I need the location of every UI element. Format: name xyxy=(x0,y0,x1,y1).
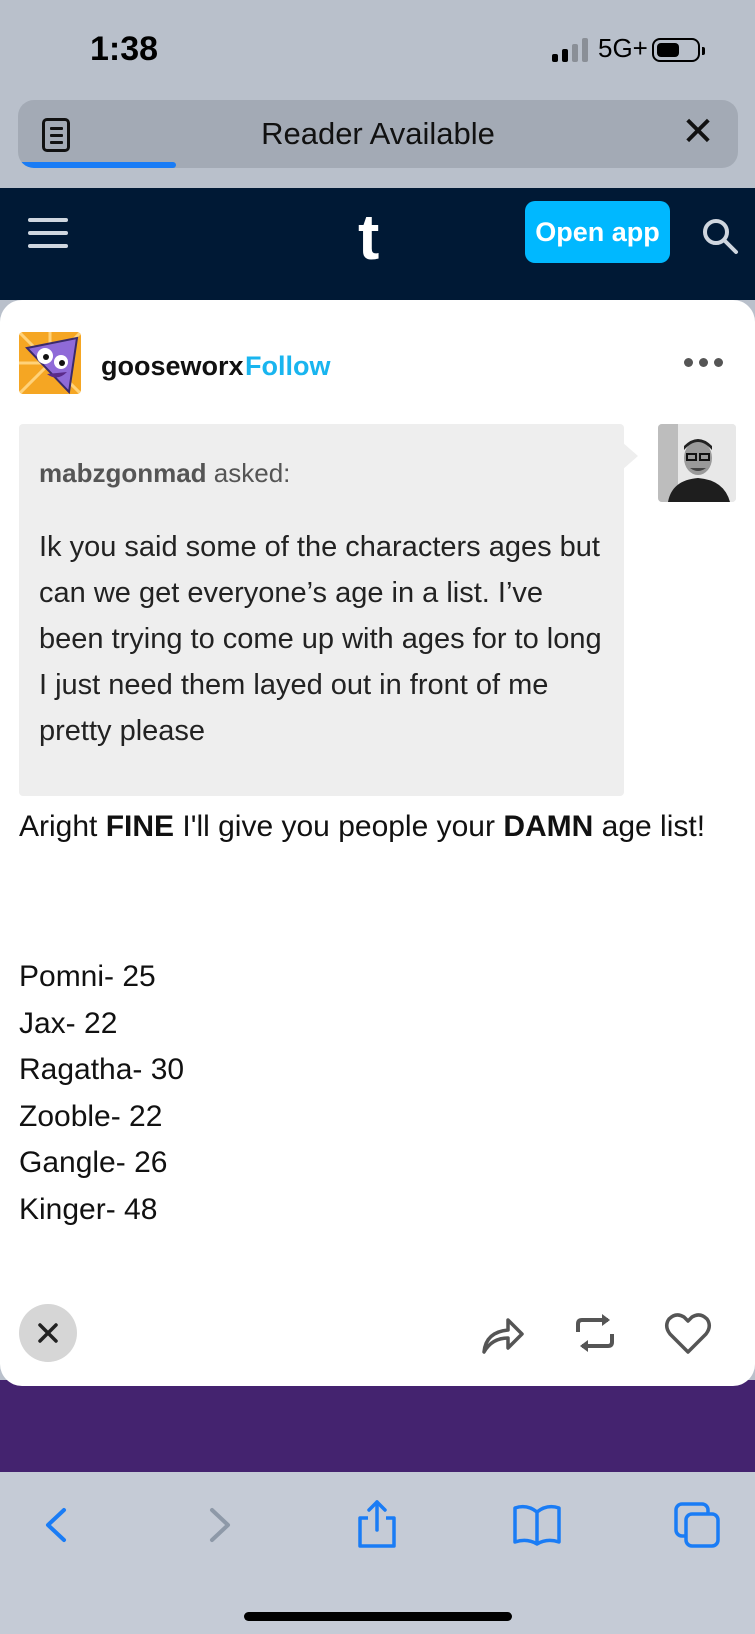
share-icon[interactable] xyxy=(480,1312,526,1356)
forward-icon[interactable] xyxy=(192,1498,246,1552)
ask-pointer xyxy=(622,442,638,470)
close-icon xyxy=(38,1323,58,1343)
reader-available-label: Reader Available xyxy=(261,116,495,151)
post-answer: Aright FINE I'll give you people your DA… xyxy=(19,804,719,850)
list-item: Jax- 22 xyxy=(19,1006,118,1040)
tabs-icon[interactable] xyxy=(670,1498,724,1552)
more-icon[interactable] xyxy=(684,358,724,370)
back-icon[interactable] xyxy=(30,1498,84,1552)
status-time: 1:38 xyxy=(90,30,159,68)
heart-icon[interactable] xyxy=(664,1310,712,1356)
follow-button[interactable]: Follow xyxy=(245,351,330,382)
ask-box: mabzgonmad asked: Ik you said some of th… xyxy=(19,424,624,796)
share-icon[interactable] xyxy=(350,1498,404,1552)
asker-name[interactable]: mabzgonmad xyxy=(39,458,207,488)
open-app-button[interactable]: Open app xyxy=(525,201,670,263)
close-icon[interactable]: ✕ xyxy=(676,110,720,154)
tumblr-header: t Open app xyxy=(0,188,755,300)
book-icon[interactable] xyxy=(510,1498,564,1552)
signal-icon xyxy=(552,38,592,62)
answer-bold-1: FINE xyxy=(105,810,175,843)
status-bar: 1:38 5G+ xyxy=(0,0,755,100)
home-indicator xyxy=(244,1612,512,1621)
answer-text-2: I'll give you people your xyxy=(174,810,504,843)
blog-username[interactable]: gooseworx xyxy=(101,351,244,382)
list-item: Gangle- 26 xyxy=(19,1146,168,1179)
blog-avatar[interactable] xyxy=(19,332,81,394)
safari-toolbar xyxy=(0,1472,755,1634)
tumblr-logo[interactable]: t xyxy=(358,200,379,274)
list-item: Zooble- 22 xyxy=(19,1099,163,1133)
asker-avatar[interactable] xyxy=(658,424,736,502)
answer-bold-2: DAMN xyxy=(503,810,594,843)
page-background xyxy=(0,1380,755,1472)
network-type: 5G+ xyxy=(598,33,648,63)
answer-text-1: Aright xyxy=(19,810,106,843)
ask-question: Ik you said some of the characters ages … xyxy=(39,531,602,747)
age-list: Pomni- 25 Jax- 22 Ragatha- 30 Zooble- 22… xyxy=(19,954,184,1233)
page-load-progress xyxy=(18,162,177,168)
list-item: Pomni- 25 xyxy=(19,960,156,993)
search-icon[interactable] xyxy=(700,216,740,256)
reblog-icon[interactable] xyxy=(572,1310,618,1356)
post-card: gooseworx Follow mabzgonmad asked: Ik yo… xyxy=(0,300,755,1386)
dismiss-button[interactable] xyxy=(19,1304,77,1362)
asked-label: asked: xyxy=(206,458,291,488)
hamburger-icon[interactable] xyxy=(28,218,68,250)
list-item: Kinger- 48 xyxy=(19,1192,158,1226)
battery-icon xyxy=(652,38,705,62)
ask-header: mabzgonmad asked: xyxy=(39,458,290,489)
list-item: Ragatha- 30 xyxy=(19,1053,185,1086)
reader-available-bar[interactable]: Reader Available ✕ xyxy=(18,100,738,168)
answer-text-3: age list! xyxy=(593,810,706,843)
